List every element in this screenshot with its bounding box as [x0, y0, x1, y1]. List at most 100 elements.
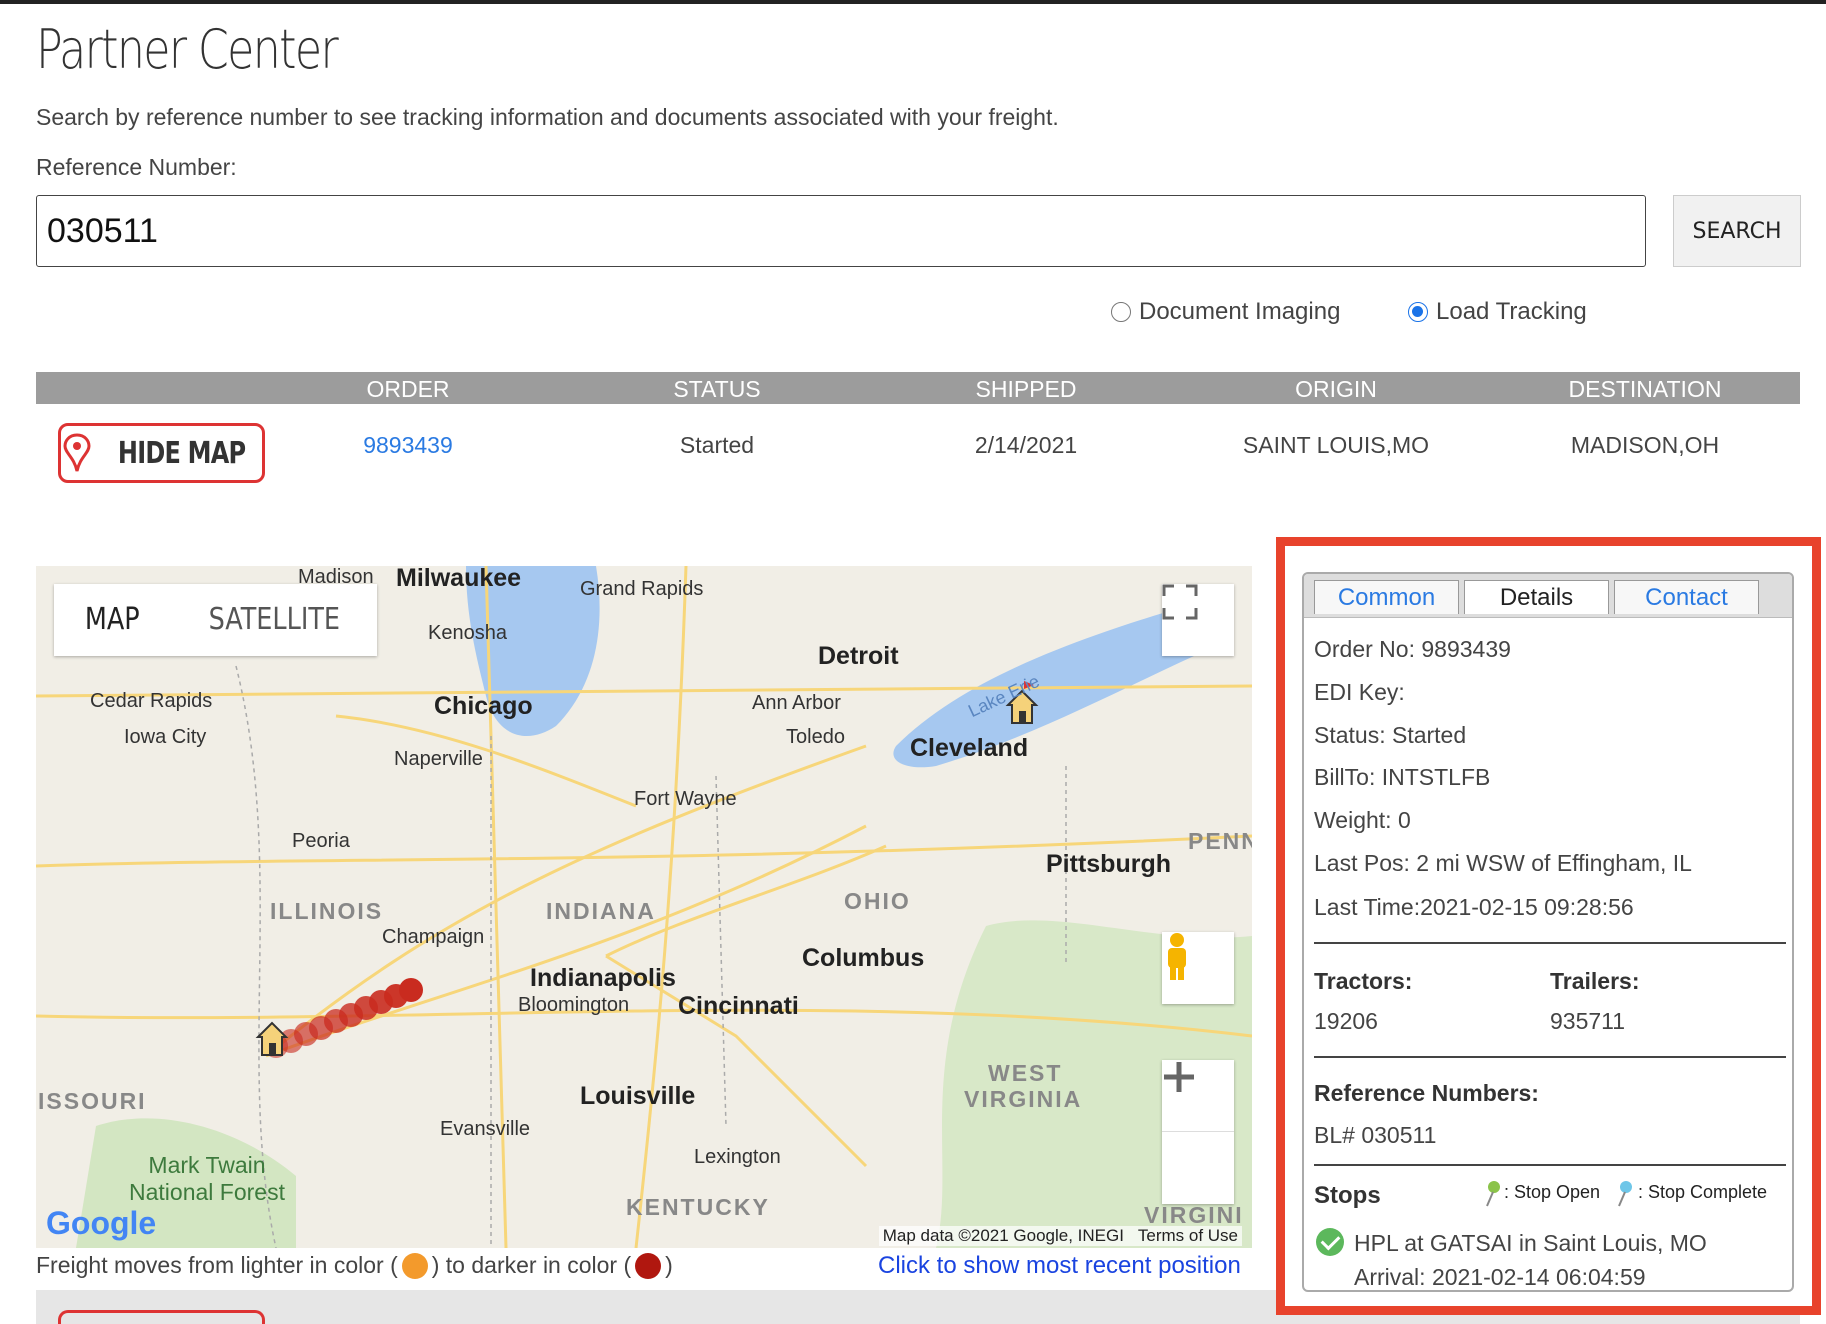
tab-details[interactable]: Details	[1464, 580, 1609, 614]
reference-numbers-value: BL# 030511	[1314, 1122, 1437, 1148]
map-label-ann-arbor: Ann Arbor	[752, 692, 841, 714]
trailers-value: 935711	[1550, 1008, 1626, 1034]
map-label-fort-wayne: Fort Wayne	[634, 788, 737, 810]
order-destination: MADISON,OH	[1570, 432, 1720, 458]
map-label-chicago: Chicago	[434, 692, 533, 720]
map-attribution-text: Map data ©2021 Google, INEGI	[882, 1226, 1124, 1245]
tractors-label: Tractors:	[1314, 968, 1413, 994]
map-label-indianapolis: Indianapolis	[530, 964, 676, 992]
edi-key: EDI Key:	[1314, 679, 1405, 705]
tracking-map[interactable]: Madison Milwaukee Grand Rapids Kenosha D…	[36, 566, 1252, 1248]
page-title: Partner Center	[36, 18, 339, 81]
radio-checked-icon[interactable]	[1408, 302, 1428, 322]
map-attribution: Map data ©2021 Google, INEGI Terms of Us…	[878, 1226, 1242, 1246]
map-state-west-virginia-line2: VIRGINIA	[964, 1086, 1083, 1112]
radio-load-tracking[interactable]: Load Tracking	[1408, 298, 1587, 326]
order-shipped-date: 2/14/2021	[974, 432, 1078, 458]
hide-map-button[interactable]: HIDE MAP	[58, 423, 265, 483]
divider	[1314, 1164, 1786, 1166]
fullscreen-icon	[1162, 584, 1198, 620]
zoom-out-button[interactable]	[1162, 1074, 1234, 1204]
map-label-cedar-rapids: Cedar Rapids	[90, 690, 213, 712]
map-label-lexington: Lexington	[694, 1146, 781, 1168]
map-state-missouri: ISSOURI	[38, 1088, 147, 1114]
map-label-milwaukee: Milwaukee	[396, 566, 522, 592]
map-state-illinois: ILLINOIS	[270, 898, 384, 924]
pegman-icon	[1168, 933, 1186, 980]
divider	[1314, 1056, 1786, 1058]
legend-prefix: Freight moves from lighter in color (	[36, 1252, 398, 1278]
reference-number-label: Reference Number:	[36, 154, 237, 180]
stop-complete-pin-icon	[1618, 1181, 1632, 1207]
page-subtitle: Search by reference number to see tracki…	[36, 104, 1059, 130]
column-header-status: STATUS	[673, 376, 761, 402]
map-label-grand-rapids: Grand Rapids	[580, 578, 704, 600]
zoom-control	[1162, 1060, 1234, 1204]
last-time: Last Time:2021-02-15 09:28:56	[1314, 894, 1634, 920]
tractors-value: 19206	[1314, 1008, 1378, 1034]
next-row-button-partial[interactable]	[58, 1310, 265, 1324]
map-label-mark-twain-forest: Mark Twain National Forest	[129, 1152, 285, 1205]
street-view-button[interactable]	[1162, 932, 1234, 1004]
divider	[1314, 942, 1786, 944]
google-logo: Google	[46, 1205, 157, 1241]
column-header-order: ORDER	[366, 376, 450, 402]
legend-middle: ) to darker in color (	[431, 1252, 632, 1278]
map-state-ohio: OHIO	[844, 888, 911, 914]
map-type-control: MAP SATELLITE	[54, 584, 378, 656]
map-label-louisville: Louisville	[580, 1082, 696, 1110]
stop-complete-check-icon	[1316, 1228, 1344, 1256]
tab-common[interactable]: Common	[1314, 580, 1459, 614]
map-state-penn: PENN	[1188, 828, 1252, 854]
legend-suffix: )	[665, 1252, 673, 1278]
radio-unchecked-icon[interactable]	[1111, 302, 1131, 322]
map-state-kentucky: KENTUCKY	[626, 1194, 770, 1220]
map-type-satellite-button[interactable]: SATELLITE	[186, 584, 362, 656]
top-border	[0, 0, 1826, 4]
show-recent-position-link[interactable]: Click to show most recent position	[878, 1252, 1241, 1280]
map-label-champaign: Champaign	[382, 926, 485, 948]
map-pin-icon	[63, 433, 91, 472]
hide-map-label: HIDE MAP	[117, 435, 246, 471]
map-label-iowa-city: Iowa City	[124, 726, 207, 748]
last-position: Last Pos: 2 mi WSW of Effingham, IL	[1314, 850, 1692, 876]
order-number: Order No: 9893439	[1314, 636, 1511, 662]
column-header-origin: ORIGIN	[1295, 376, 1377, 402]
order-status: Started	[679, 432, 755, 458]
map-label-cincinnati: Cincinnati	[678, 992, 799, 1020]
search-button[interactable]: SEARCH	[1673, 195, 1801, 267]
radio-document-imaging-label: Document Imaging	[1139, 298, 1341, 325]
map-label-naperville: Naperville	[394, 748, 483, 770]
stop-1-name: HPL at GATSAI in Saint Louis, MO	[1354, 1230, 1707, 1256]
map-label-pittsburgh: Pittsburgh	[1046, 850, 1171, 878]
map-label-toledo: Toledo	[786, 726, 845, 748]
details-panel: Common Details Contact Order No: 9893439…	[1302, 572, 1794, 1292]
stop-open-pin-icon	[1486, 1181, 1500, 1207]
map-state-west-virginia-line1: WEST	[988, 1060, 1063, 1086]
stops-label: Stops	[1314, 1182, 1381, 1209]
results-table-header: ORDER STATUS SHIPPED ORIGIN DESTINATION	[36, 372, 1800, 404]
bill-to: BillTo: INTSTLFB	[1314, 764, 1491, 790]
reference-number-input[interactable]	[36, 195, 1646, 267]
map-label-columbus: Columbus	[802, 944, 925, 972]
fullscreen-button[interactable]	[1162, 584, 1234, 656]
radio-load-tracking-label: Load Tracking	[1436, 298, 1587, 325]
weight: Weight: 0	[1314, 807, 1411, 833]
map-label-detroit: Detroit	[818, 642, 899, 670]
terms-of-use-link[interactable]: Terms of Use	[1138, 1226, 1238, 1245]
stop-open-legend: : Stop Open	[1504, 1182, 1601, 1202]
trailers-label: Trailers:	[1550, 968, 1640, 994]
freight-color-legend: Freight moves from lighter in color ( ) …	[36, 1252, 673, 1279]
map-type-map-button[interactable]: MAP	[63, 584, 162, 656]
stop-complete-legend: : Stop Complete	[1638, 1182, 1768, 1202]
order-link[interactable]: 9893439	[268, 432, 548, 459]
stop-1-arrival: Arrival: 2021-02-14 06:04:59	[1354, 1264, 1646, 1290]
map-state-virginia: VIRGINI	[1144, 1202, 1244, 1228]
map-state-indiana: INDIANA	[546, 898, 656, 924]
radio-document-imaging[interactable]: Document Imaging	[1111, 298, 1340, 326]
tab-contact[interactable]: Contact	[1614, 580, 1759, 614]
map-label-peoria: Peoria	[292, 830, 350, 852]
dark-color-dot-icon	[635, 1252, 662, 1279]
details-tabs: Common Details Contact	[1304, 574, 1792, 618]
panel-status: Status: Started	[1314, 722, 1467, 748]
